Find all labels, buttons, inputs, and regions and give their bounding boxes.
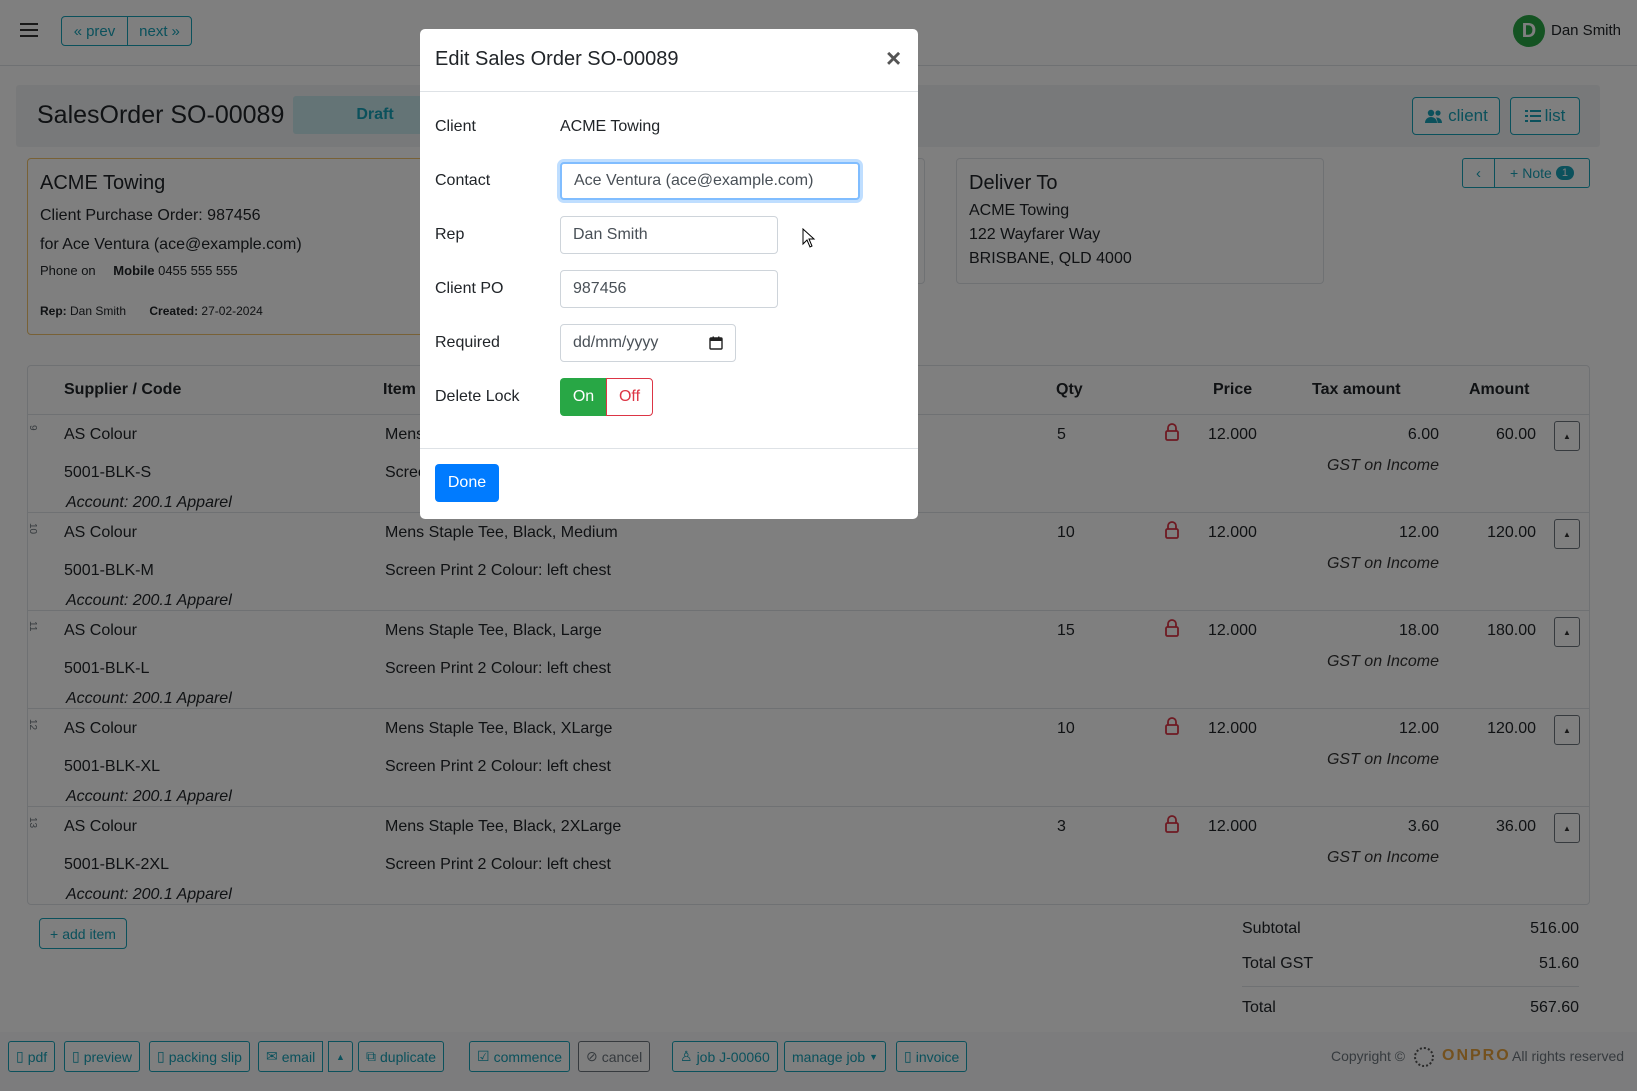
done-button[interactable]: Done [435,464,499,502]
client-label: Client [435,118,476,135]
modal-footer-divider [420,448,918,449]
client-value: ACME Towing [560,118,661,135]
mouse-cursor-icon [802,227,816,253]
required-label: Required [435,334,500,351]
close-icon[interactable]: × [886,43,901,74]
delete-lock-on-button[interactable]: On [560,378,607,416]
client-po-label: Client PO [435,280,504,297]
rep-select[interactable]: Dan Smith [560,216,778,254]
edit-sales-order-modal: Edit Sales Order SO-00089 × Client ACME … [420,29,918,519]
calendar-icon[interactable] [709,336,723,350]
contact-label: Contact [435,172,491,189]
modal-title: Edit Sales Order SO-00089 [435,48,679,70]
rep-label: Rep [435,226,465,243]
delete-lock-label: Delete Lock [435,388,520,405]
required-date-input[interactable]: dd/mm/yyyy [560,324,736,362]
modal-header-divider [420,91,918,92]
contact-select[interactable]: Ace Ventura (ace@example.com) [560,162,860,200]
client-po-input[interactable]: 987456 [560,270,778,308]
delete-lock-off-button[interactable]: Off [606,378,653,416]
